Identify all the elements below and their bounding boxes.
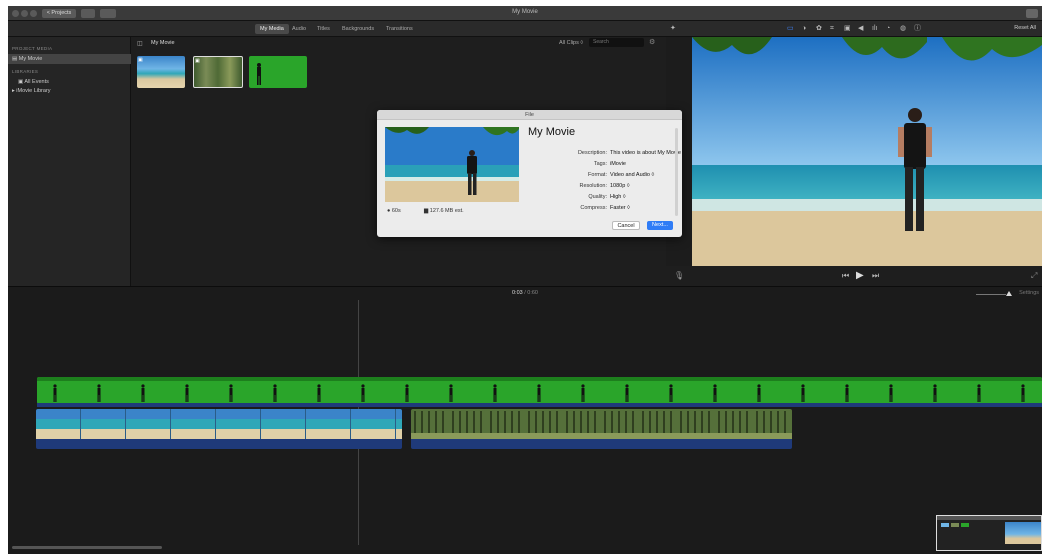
tags-field[interactable]: iMovie <box>610 161 626 167</box>
timeline-scrollbar[interactable] <box>12 546 162 549</box>
skip-forward-icon[interactable]: ⏭ <box>872 271 879 281</box>
film-icon: ▤ <box>12 56 19 62</box>
tab-audio[interactable]: Audio <box>287 24 311 34</box>
dialog-preview-thumbnail <box>385 127 519 202</box>
quality-select[interactable]: High ◊ <box>610 194 626 200</box>
stabilization-icon[interactable]: ▣ <box>844 25 851 33</box>
mini-window-thumbnail <box>936 515 1042 551</box>
description-label: Description: <box>577 150 607 156</box>
green-screen-filmstrip <box>37 377 1042 404</box>
size-meta: ▆ 127.6 MB est. <box>424 208 464 214</box>
libraries-heading: LIBRARIES <box>12 69 39 74</box>
beach-filmstrip <box>36 409 402 449</box>
resolution-label: Resolution: <box>579 183 607 189</box>
timecode: 0:03 / 0:60 <box>8 290 1042 296</box>
sidebar-item-imovie-library[interactable]: ▸ iMovie Library <box>8 86 131 96</box>
mini-viewer <box>1005 522 1041 544</box>
duration-value: 60s <box>391 208 401 214</box>
microphone-icon[interactable]: 🎙 <box>674 271 684 280</box>
mini-titlebar <box>937 516 1041 520</box>
zoom-slider-track[interactable] <box>976 294 1006 295</box>
forest-clip[interactable] <box>411 409 792 449</box>
volume-icon[interactable]: ◀ <box>858 25 863 33</box>
timecode-current: 0:03 <box>511 290 523 296</box>
beach-preview-image <box>385 127 519 202</box>
clip-filter-icon[interactable]: ◍ <box>900 25 906 33</box>
skip-back-icon[interactable]: ⏮ <box>842 271 849 281</box>
viewer-controls: 🎙 ⏮ ▶ ⏭ ⤢ <box>666 266 1042 286</box>
speed-icon[interactable]: ◔ <box>886 25 890 33</box>
quality-label: Quality: <box>588 194 607 200</box>
magic-wand-icon[interactable]: ✦ <box>670 25 676 33</box>
tab-my-media[interactable]: My Media <box>255 24 289 34</box>
cancel-button[interactable]: Cancel <box>612 221 640 230</box>
dialog-title: File <box>377 110 682 120</box>
timeline[interactable]: 0:03 / 0:60 Settings <box>8 286 1042 554</box>
timecode-duration: / 0:60 <box>524 290 538 296</box>
sidebar-toggle-icon[interactable]: ◫ <box>137 40 143 47</box>
project-media-heading: PROJECT MEDIA <box>12 46 53 51</box>
settings-gear-icon[interactable]: ⚙ <box>649 38 655 46</box>
description-field[interactable]: This video is about My Movie <box>610 150 681 156</box>
play-icon[interactable]: ▶ <box>856 270 864 281</box>
tab-titles[interactable]: Titles <box>312 24 335 34</box>
resolution-select[interactable]: 1080p ◊ <box>610 183 630 189</box>
noise-reduction-icon[interactable]: ılı <box>872 25 877 33</box>
info-icon[interactable]: ⓘ <box>914 25 921 33</box>
mini-clip <box>951 523 959 527</box>
green-screen-clip-track[interactable] <box>37 377 1042 404</box>
reset-all-button[interactable]: Reset All <box>1014 25 1036 31</box>
imovie-window: < Projects My Movie My Media Audio Title… <box>8 6 1042 554</box>
format-label: Format: <box>588 172 607 178</box>
media-clip-forest[interactable]: ▣ <box>193 56 243 88</box>
format-select[interactable]: Video and Audio ◊ <box>610 172 654 178</box>
search-input[interactable]: Search <box>589 38 644 47</box>
clip-badge-icon: ▣ <box>195 58 200 64</box>
next-button[interactable]: Next... <box>647 221 673 230</box>
clip-badge-icon: ▣ <box>138 57 143 63</box>
beach-clip[interactable] <box>36 409 402 449</box>
compress-label: Compress: <box>580 205 607 211</box>
sidebar-item-label: All Events <box>24 79 49 85</box>
mini-clip <box>961 523 969 527</box>
dialog-scrollbar[interactable] <box>675 128 678 216</box>
tab-transitions[interactable]: Transitions <box>381 24 418 34</box>
compress-select[interactable]: Faster ◊ <box>610 205 630 211</box>
fullscreen-icon[interactable]: ⤢ <box>1031 271 1037 281</box>
dialog-heading: My Movie <box>528 126 576 138</box>
media-clip-green-screen[interactable] <box>249 56 307 88</box>
export-file-dialog: File ● 60s ▆ 127.6 MB est. My Movie Desc… <box>377 110 682 237</box>
browser-toolbar: My Media Audio Titles Backgrounds Transi… <box>8 21 1042 37</box>
green-screen-audio-bar <box>37 403 1042 407</box>
timeline-settings-button[interactable]: Settings <box>1019 290 1039 296</box>
tab-backgrounds[interactable]: Backgrounds <box>337 24 379 34</box>
color-balance-icon[interactable]: ▭ <box>787 25 794 33</box>
sidebar-item-label: iMovie Library <box>16 88 51 94</box>
duration-meta: ● 60s <box>387 208 401 214</box>
video-viewer[interactable] <box>692 37 1042 266</box>
sidebar: PROJECT MEDIA ▤ My Movie LIBRARIES ▣ All… <box>8 37 131 286</box>
browser-title: My Movie <box>151 40 175 46</box>
palette-icon[interactable]: ✿ <box>816 25 822 33</box>
tags-label: Tags: <box>593 161 607 167</box>
viewer-frame-beach <box>692 37 1042 266</box>
size-value: 127.6 MB est. <box>429 208 464 214</box>
zoom-slider-knob[interactable] <box>1006 291 1012 296</box>
fullscreen-button[interactable] <box>1026 9 1038 18</box>
crop-icon[interactable]: ⌗ <box>830 25 834 33</box>
media-clip-beach[interactable]: ▣ <box>137 56 185 88</box>
sidebar-item-label: My Movie <box>18 56 43 62</box>
color-correction-icon[interactable]: ◑ <box>802 25 806 33</box>
title-bar: < Projects My Movie <box>8 6 1042 21</box>
all-clips-dropdown[interactable]: All Clips ◊ <box>559 40 583 46</box>
person-silhouette-icon <box>257 63 261 85</box>
window-title: My Movie <box>512 9 538 15</box>
forest-filmstrip <box>411 409 792 449</box>
sidebar-item-my-movie[interactable]: ▤ My Movie <box>8 54 131 64</box>
mini-clip <box>941 523 949 527</box>
